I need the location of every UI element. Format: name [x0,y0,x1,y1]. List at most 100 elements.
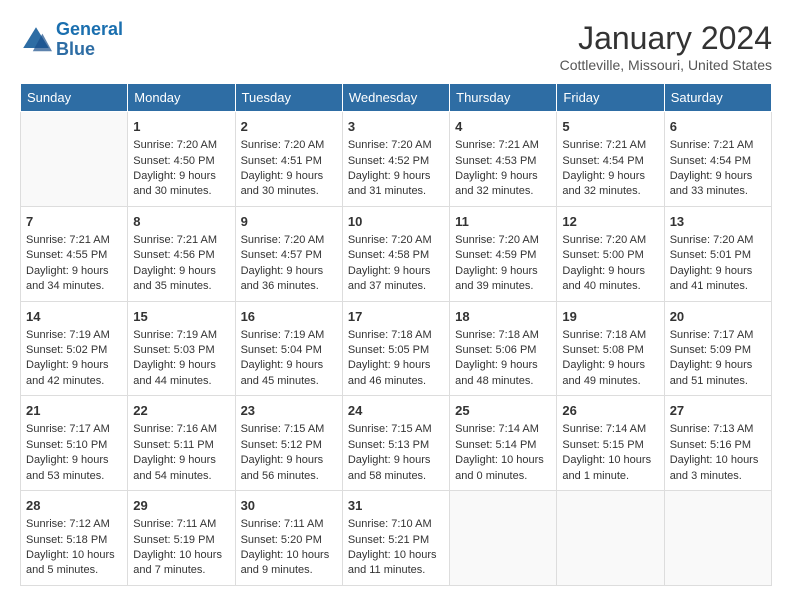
calendar-cell: 6Sunrise: 7:21 AMSunset: 4:54 PMDaylight… [664,112,771,207]
day-info: Sunset: 5:00 PM [562,248,658,263]
day-number: 10 [348,213,444,231]
day-info: Sunrise: 7:18 AM [348,328,444,343]
day-info: Sunset: 5:14 PM [455,438,551,453]
day-info: and 5 minutes. [26,563,122,578]
day-info: Sunrise: 7:21 AM [133,233,229,248]
calendar-cell [21,112,128,207]
day-info: and 11 minutes. [348,563,444,578]
day-info: and 36 minutes. [241,279,337,294]
day-info: Sunrise: 7:19 AM [133,328,229,343]
week-row-3: 14Sunrise: 7:19 AMSunset: 5:02 PMDayligh… [21,301,772,396]
day-number: 2 [241,118,337,136]
day-info: Sunset: 5:19 PM [133,533,229,548]
day-info: and 37 minutes. [348,279,444,294]
calendar-cell: 31Sunrise: 7:10 AMSunset: 5:21 PMDayligh… [342,491,449,586]
calendar-cell: 26Sunrise: 7:14 AMSunset: 5:15 PMDayligh… [557,396,664,491]
day-number: 14 [26,308,122,326]
col-header-sunday: Sunday [21,84,128,112]
calendar-cell: 10Sunrise: 7:20 AMSunset: 4:58 PMDayligh… [342,206,449,301]
day-info: and 41 minutes. [670,279,766,294]
day-number: 12 [562,213,658,231]
day-number: 28 [26,497,122,515]
page-header: General Blue January 2024 Cottleville, M… [20,20,772,73]
day-info: and 35 minutes. [133,279,229,294]
day-number: 20 [670,308,766,326]
day-info: Sunrise: 7:10 AM [348,517,444,532]
week-row-4: 21Sunrise: 7:17 AMSunset: 5:10 PMDayligh… [21,396,772,491]
calendar-cell: 22Sunrise: 7:16 AMSunset: 5:11 PMDayligh… [128,396,235,491]
day-info: Daylight: 9 hours [133,453,229,468]
day-info: and 33 minutes. [670,184,766,199]
day-info: Daylight: 9 hours [241,453,337,468]
day-info: and 30 minutes. [133,184,229,199]
day-info: Sunset: 4:52 PM [348,154,444,169]
day-info: Sunset: 5:08 PM [562,343,658,358]
col-header-friday: Friday [557,84,664,112]
day-info: and 49 minutes. [562,374,658,389]
calendar-cell: 28Sunrise: 7:12 AMSunset: 5:18 PMDayligh… [21,491,128,586]
day-info: Sunset: 5:04 PM [241,343,337,358]
day-info: and 56 minutes. [241,469,337,484]
day-info: and 3 minutes. [670,469,766,484]
day-info: Sunset: 5:03 PM [133,343,229,358]
day-number: 3 [348,118,444,136]
week-row-2: 7Sunrise: 7:21 AMSunset: 4:55 PMDaylight… [21,206,772,301]
day-number: 1 [133,118,229,136]
calendar-body: 1Sunrise: 7:20 AMSunset: 4:50 PMDaylight… [21,112,772,586]
calendar-cell: 25Sunrise: 7:14 AMSunset: 5:14 PMDayligh… [450,396,557,491]
day-info: and 9 minutes. [241,563,337,578]
day-info: Sunrise: 7:19 AM [241,328,337,343]
day-number: 18 [455,308,551,326]
day-info: Sunrise: 7:15 AM [241,422,337,437]
col-header-saturday: Saturday [664,84,771,112]
day-info: and 51 minutes. [670,374,766,389]
day-info: Daylight: 9 hours [348,453,444,468]
day-info: Sunset: 4:54 PM [670,154,766,169]
day-info: Sunset: 4:54 PM [562,154,658,169]
day-number: 13 [670,213,766,231]
day-info: Daylight: 9 hours [670,169,766,184]
day-info: Daylight: 9 hours [241,264,337,279]
day-info: Sunrise: 7:11 AM [133,517,229,532]
calendar-cell: 29Sunrise: 7:11 AMSunset: 5:19 PMDayligh… [128,491,235,586]
day-info: and 31 minutes. [348,184,444,199]
calendar-cell: 18Sunrise: 7:18 AMSunset: 5:06 PMDayligh… [450,301,557,396]
day-info: Sunrise: 7:19 AM [26,328,122,343]
day-info: Sunrise: 7:20 AM [562,233,658,248]
day-info: and 48 minutes. [455,374,551,389]
day-number: 4 [455,118,551,136]
day-info: Sunrise: 7:20 AM [455,233,551,248]
day-number: 19 [562,308,658,326]
calendar-cell: 15Sunrise: 7:19 AMSunset: 5:03 PMDayligh… [128,301,235,396]
day-number: 6 [670,118,766,136]
day-info: and 32 minutes. [455,184,551,199]
calendar-cell [664,491,771,586]
day-number: 22 [133,402,229,420]
day-info: Sunset: 4:56 PM [133,248,229,263]
day-info: Sunrise: 7:17 AM [26,422,122,437]
day-info: and 44 minutes. [133,374,229,389]
day-info: Sunset: 5:02 PM [26,343,122,358]
day-info: Daylight: 9 hours [562,169,658,184]
calendar-table: SundayMondayTuesdayWednesdayThursdayFrid… [20,83,772,586]
day-info: Sunset: 5:05 PM [348,343,444,358]
day-info: Sunrise: 7:18 AM [455,328,551,343]
day-number: 31 [348,497,444,515]
calendar-cell: 17Sunrise: 7:18 AMSunset: 5:05 PMDayligh… [342,301,449,396]
day-info: and 1 minute. [562,469,658,484]
calendar-header: SundayMondayTuesdayWednesdayThursdayFrid… [21,84,772,112]
logo-text: General Blue [56,20,123,60]
calendar-cell: 8Sunrise: 7:21 AMSunset: 4:56 PMDaylight… [128,206,235,301]
day-number: 30 [241,497,337,515]
day-info: Daylight: 10 hours [562,453,658,468]
day-info: and 39 minutes. [455,279,551,294]
day-info: and 32 minutes. [562,184,658,199]
day-info: and 54 minutes. [133,469,229,484]
calendar-cell [450,491,557,586]
day-info: Sunrise: 7:20 AM [670,233,766,248]
day-info: Sunset: 5:11 PM [133,438,229,453]
day-info: Sunrise: 7:13 AM [670,422,766,437]
day-info: and 42 minutes. [26,374,122,389]
day-info: Daylight: 10 hours [455,453,551,468]
day-info: and 46 minutes. [348,374,444,389]
